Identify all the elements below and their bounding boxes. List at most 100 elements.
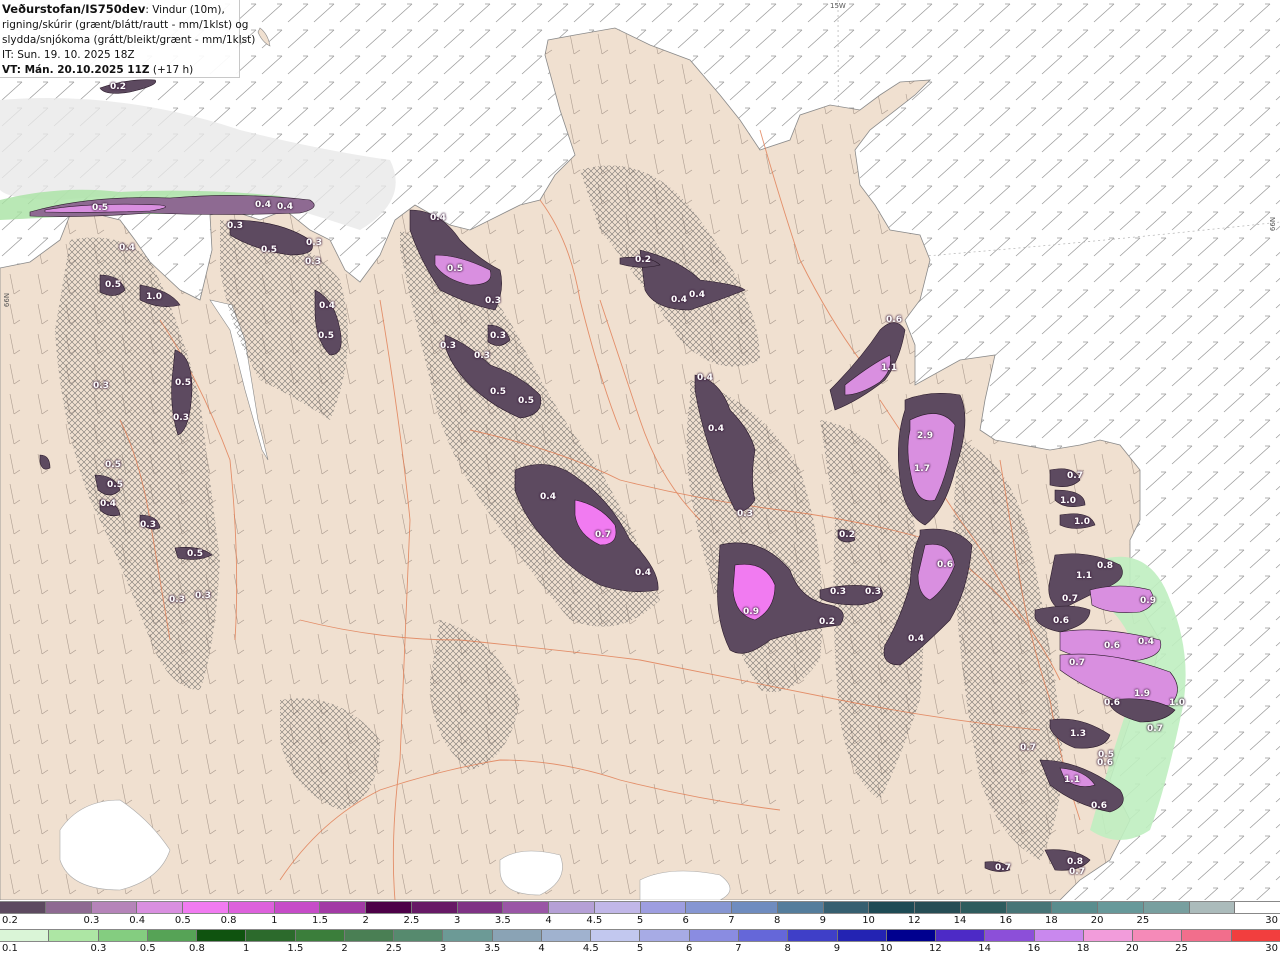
snow-legend-swatch — [45, 902, 92, 913]
precip-value-label: 0.3 — [737, 509, 753, 519]
precip-value-label: 0.3 — [195, 591, 211, 601]
snow-legend-tick-label: 18 — [1045, 915, 1058, 926]
snow-legend-swatch — [960, 902, 1007, 913]
valid-time-line: VT: Mán. 20.10.2025 11Z (+17 h) — [2, 63, 239, 78]
rain-legend-tick-label: 2 — [341, 943, 348, 954]
precip-value-label: 0.4 — [430, 213, 446, 223]
snow-legend-tick-label: 30 — [1265, 915, 1278, 926]
precip-value-label: 0.8 — [1067, 857, 1083, 867]
rain-legend-swatch — [985, 930, 1035, 941]
precip-value-label: 0.5 — [92, 203, 108, 213]
snow-legend-swatch — [732, 902, 778, 913]
precip-value-label: 1.0 — [1169, 698, 1185, 708]
rain-legend-tick-label: 4 — [538, 943, 545, 954]
snow-legend-swatch — [823, 902, 870, 913]
precip-value-label: 0.3 — [306, 238, 322, 248]
precip-value-label: 0.7 — [1069, 867, 1085, 877]
snow-legend-tick-label: 2.5 — [403, 915, 420, 926]
precip-value-label: 0.7 — [1069, 658, 1085, 668]
precip-value-label: 0.3 — [865, 587, 881, 597]
precip-value-label: 0.5 — [261, 245, 277, 255]
precip-value-label: 0.6 — [1091, 801, 1107, 811]
rain-legend-swatch — [49, 930, 99, 941]
title-desc: : Vindur (10m), — [145, 4, 225, 16]
snow-legend-swatch — [183, 902, 229, 913]
precip-value-label: 0.3 — [830, 587, 846, 597]
precip-value-label: 0.5 — [105, 280, 121, 290]
snow-legend-tick-label: 0.5 — [174, 915, 191, 926]
precip-value-labels: 0.2 0.5 0.4 0.4 0.5 0.3 0.3 0.5 1.0 0.4 0.5 0.3 0.3 0… — [0, 0, 1280, 900]
description-rain: rigning/skúrir (grænt/blátt/rautt - mm/1… — [2, 19, 249, 31]
precip-value-label: 0.7 — [1062, 594, 1078, 604]
snow-legend-tick-label: 9 — [819, 915, 827, 926]
precip-value-label: 1.1 — [881, 363, 897, 373]
snow-legend-tick-label: 1 — [271, 915, 278, 926]
snow-legend-swatch — [1143, 902, 1190, 913]
rain-legend-tick-label: 16 — [1027, 943, 1041, 954]
snow-legend-tick-label: 4.5 — [586, 915, 603, 926]
rain-legend-tick-label: 12 — [929, 943, 942, 954]
precip-value-label: 0.7 — [995, 863, 1011, 873]
rain-legend-tick-label: 30 — [1265, 943, 1278, 954]
title-line: Veðurstofan/IS750dev: Vindur (10m), — [2, 2, 239, 18]
precip-value-label: 0.6 — [1104, 641, 1120, 651]
precip-value-label: 0.3 — [227, 221, 243, 231]
precip-value-label: 0.7 — [1147, 724, 1163, 734]
snow-legend-tick-label: 20 — [1090, 915, 1104, 926]
snow-legend-tick-label: 10 — [862, 915, 875, 926]
rain-legend-swatch — [98, 930, 148, 941]
snow-legend-tick-label: 3 — [453, 915, 461, 926]
precip-value-label: 0.4 — [635, 568, 651, 578]
rain-legend-tick-label: 14 — [978, 943, 991, 954]
valid-time-lead: (+17 h) — [149, 64, 194, 76]
rain-legend-tick-label: 18 — [1076, 943, 1090, 954]
rain-legend-swatch — [591, 930, 641, 941]
rain-colorbar — [0, 929, 1280, 942]
precip-value-label: 0.5 — [518, 396, 534, 406]
precip-value-label: 0.5 — [175, 378, 191, 388]
rain-legend-swatch — [640, 930, 690, 941]
precip-value-label: 0.6 — [1104, 698, 1120, 708]
precip-value-label: 1.0 — [146, 292, 162, 302]
precip-value-label: 0.2 — [819, 617, 835, 627]
brand-title: Veðurstofan/IS750dev — [2, 2, 146, 16]
precip-value-label: 0.5 — [105, 460, 121, 470]
rain-legend-tick-label: 10 — [879, 943, 893, 954]
init-time: IT: Sun. 19. 10. 2025 18Z — [2, 49, 135, 61]
precip-value-label: 0.5 — [187, 549, 203, 559]
precip-value-label: 0.5 — [107, 480, 123, 490]
snow-legend-swatch — [640, 902, 687, 913]
snow-legend-swatch — [549, 902, 595, 913]
precip-value-label: 0.4 — [697, 373, 713, 383]
rain-legend-swatch — [689, 930, 739, 941]
snow-legend-tick-label: 4 — [545, 915, 552, 926]
rain-legend-swatch — [394, 930, 444, 941]
precip-value-label: 0.7 — [1020, 743, 1036, 753]
snow-legend-swatch — [915, 902, 961, 913]
rain-legend-tick-label: 4.5 — [582, 943, 599, 954]
precip-value-label: 1.7 — [914, 464, 930, 474]
map-info-box: Veðurstofan/IS750dev: Vindur (10m), rign… — [0, 0, 255, 78]
snow-legend-tick-label: 6 — [682, 915, 689, 926]
precip-value-label: 0.3 — [169, 595, 185, 605]
precip-value-label: 0.6 — [1053, 616, 1069, 626]
rain-legend-swatch — [541, 930, 592, 941]
rain-legend-swatch — [886, 930, 937, 941]
snow-colorbar-ticks: 0.2 0.3 0.4 0.5 0.8 1 1.5 2 2.5 3 3.5 4 4.5 5 6 7 8 9 10 12… — [0, 914, 1280, 928]
snow-legend-swatch — [457, 902, 504, 913]
precip-value-label: 0.5 — [447, 264, 463, 274]
precip-value-label: 0.3 — [485, 296, 501, 306]
snow-legend-swatch — [228, 902, 275, 913]
rain-legend-swatch — [344, 930, 395, 941]
precip-value-label: 0.4 — [689, 290, 705, 300]
rain-legend-tick-label: 6 — [686, 943, 693, 954]
snow-legend-tick-label: 2 — [362, 915, 369, 926]
rain-legend-swatch — [295, 930, 345, 941]
precip-value-label: 0.9 — [743, 607, 759, 617]
precip-value-label: 0.8 — [1097, 561, 1113, 571]
rain-legend-tick-label: 8 — [784, 943, 791, 954]
rain-legend-swatch — [1034, 930, 1084, 941]
valid-time: VT: Mán. 20.10.2025 11Z — [2, 64, 150, 76]
precip-value-label: 0.6 — [937, 560, 953, 570]
snow-legend-tick-label: 8 — [773, 915, 781, 926]
